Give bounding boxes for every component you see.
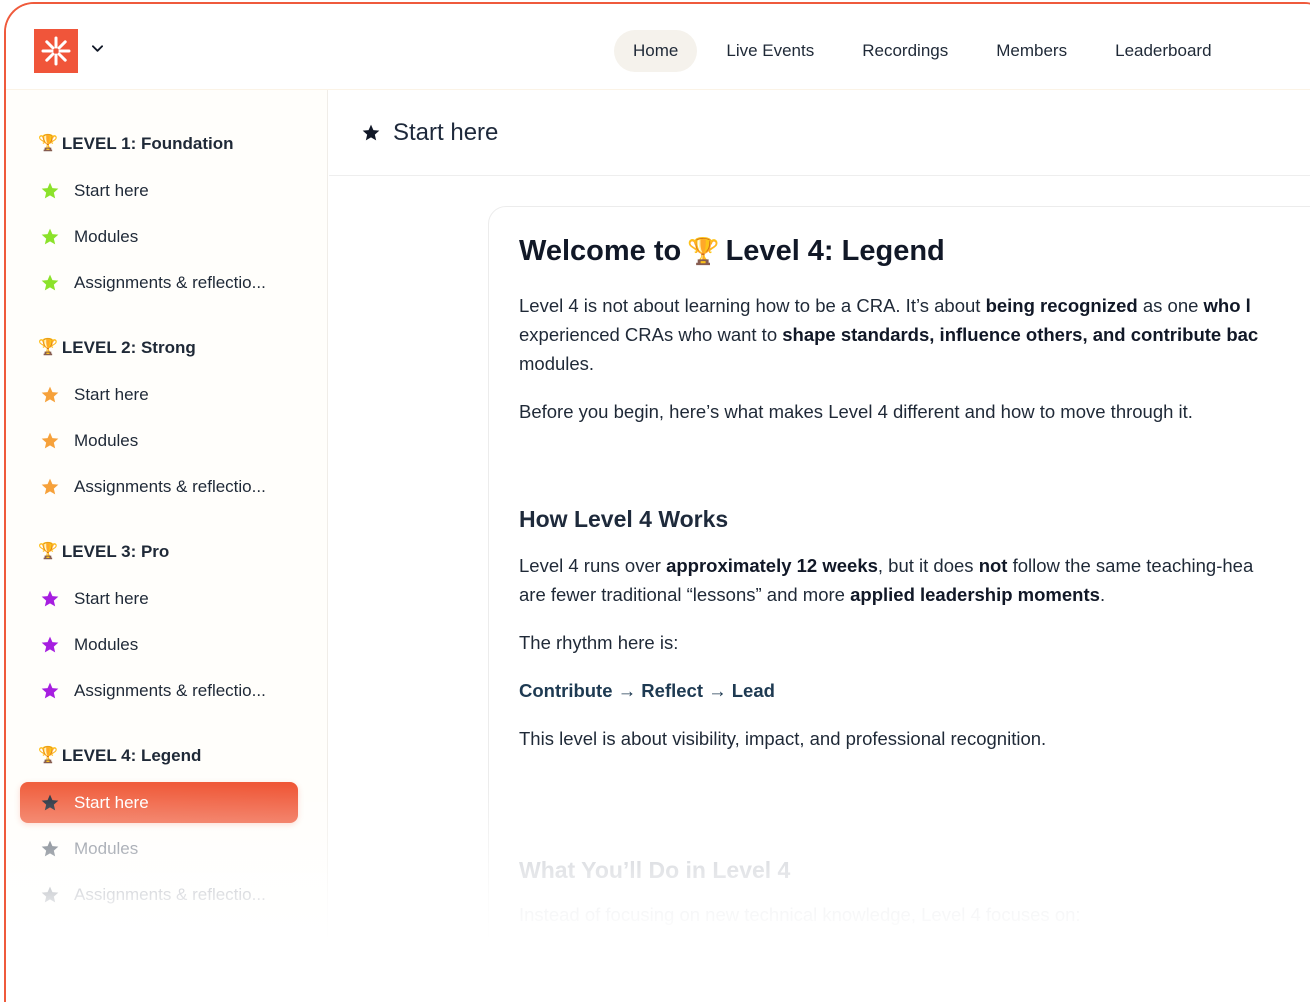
sidebar-item-l4-start-here[interactable]: Start here [20, 782, 298, 823]
works-heading: How Level 4 Works [519, 506, 729, 532]
works-paragraph: Level 4 runs over approximately 12 weeks… [519, 551, 1310, 609]
sidebar-item-label: Modules [74, 430, 139, 450]
star-icon [41, 840, 59, 856]
sidebar-item-l4-assignments[interactable]: Assignments & reflectio... [20, 874, 298, 915]
content-card: Welcome to 🏆 Level 4: Legend Level 4 is … [488, 206, 1310, 1002]
welcome-heading: Welcome to 🏆 Level 4: Legend [519, 233, 1310, 269]
text: . [1099, 584, 1106, 605]
star-icon [41, 886, 59, 902]
text: as one [1137, 295, 1204, 316]
text: are fewer traditional “lessons” and more [519, 584, 851, 605]
asterisk-icon [41, 36, 71, 66]
text-bold: being recognized [985, 295, 1138, 316]
group-title-label: LEVEL 4: Legend [61, 746, 202, 765]
sidebar-item-label: Start here [74, 588, 149, 608]
sidebar-item-label: Modules [74, 634, 139, 654]
visibility-paragraph: This level is about visibility, impact, … [519, 728, 1047, 749]
main-nav: Home Live Events Recordings Members Lead… [614, 30, 1241, 72]
group-title-label: LEVEL 2: Strong [61, 338, 196, 357]
star-icon [41, 636, 59, 652]
star-icon [41, 432, 59, 448]
star-icon [41, 590, 59, 606]
rhythm-intro: The rhythm here is: [519, 632, 679, 653]
sidebar-item-l2-start-here[interactable]: Start here [20, 374, 298, 415]
nav-members[interactable]: Members [977, 30, 1086, 72]
star-icon [41, 228, 59, 244]
asterisk-logo-icon[interactable] [34, 29, 78, 73]
sidebar-item-label: Start here [74, 792, 149, 812]
intro-paragraph: Level 4 is not about learning how to be … [519, 291, 1310, 378]
text-bold: who l [1203, 295, 1251, 316]
sidebar-item-label: Assignments & reflectio... [74, 272, 266, 292]
sidebar-item-label: Start here [74, 384, 149, 404]
sidebar-item-l1-start-here[interactable]: Start here [20, 170, 298, 211]
text-bold: not [978, 555, 1008, 576]
sidebar-item-label: Assignments & reflectio... [74, 680, 266, 700]
text-bold: shape standards, influence others, and c… [782, 324, 1259, 345]
trophy-icon: 🏆 [38, 339, 58, 356]
next-heading: What You’ll Do in Level 4 [519, 857, 791, 883]
nav-live-events[interactable]: Live Events [707, 30, 833, 72]
trophy-icon: 🏆 [38, 747, 58, 764]
star-icon [41, 274, 59, 290]
app-window: Home Live Events Recordings Members Lead… [4, 2, 1310, 1002]
sidebar-item-l1-modules[interactable]: Modules [20, 216, 298, 257]
sidebar-item-label: Assignments & reflectio... [74, 476, 266, 496]
star-icon [41, 682, 59, 698]
sidebar-item-label: Start here [74, 180, 149, 200]
sidebar-item-l3-modules[interactable]: Modules [20, 624, 298, 665]
star-icon [362, 124, 380, 140]
welcome-level: Level 4: Legend [725, 234, 945, 267]
text-bold: approximately 12 weeks [666, 555, 878, 576]
content-header: Start here [329, 90, 1310, 176]
star-icon [41, 182, 59, 198]
sidebar-group-level-1[interactable]: 🏆 LEVEL 1: Foundation [38, 134, 234, 154]
nav-home[interactable]: Home [614, 30, 698, 72]
top-navbar: Home Live Events Recordings Members Lead… [6, 4, 1310, 90]
sidebar-item-l2-assignments[interactable]: Assignments & reflectio... [20, 466, 298, 507]
trophy-icon: 🏆 [38, 543, 58, 560]
text: Level 4 is not about learning how to be … [519, 295, 986, 316]
star-icon [41, 478, 59, 494]
sidebar-item-label: Assignments & reflectio... [74, 884, 266, 904]
trophy-icon: 🏆 [687, 235, 720, 266]
sidebar-item-label: Modules [74, 226, 139, 246]
sidebar-item-label: Modules [74, 838, 139, 858]
text: , but it does [877, 555, 979, 576]
trophy-icon: 🏆 [38, 135, 58, 152]
sidebar-group-level-2[interactable]: 🏆 LEVEL 2: Strong [38, 338, 196, 358]
text: modules. [519, 353, 595, 374]
star-icon [41, 386, 59, 402]
text: experienced CRAs who want to [519, 324, 783, 345]
text-bold: applied leadership moments [850, 584, 1100, 605]
star-icon [41, 794, 59, 810]
sidebar-item-l3-start-here[interactable]: Start here [20, 578, 298, 619]
sidebar-item-l1-assignments[interactable]: Assignments & reflectio... [20, 262, 298, 303]
nav-leaderboard[interactable]: Leaderboard [1096, 30, 1230, 72]
sidebar-item-l4-modules[interactable]: Modules [20, 828, 298, 869]
group-title-label: LEVEL 1: Foundation [61, 134, 234, 153]
sidebar-item-l3-assignments[interactable]: Assignments & reflectio... [20, 670, 298, 711]
nav-recordings[interactable]: Recordings [843, 30, 967, 72]
chevron-down-icon[interactable] [90, 42, 104, 56]
rhythm-line: Contribute → Reflect → Lead [519, 680, 775, 701]
sidebar: 🏆 LEVEL 1: Foundation Start here Modules… [6, 90, 328, 1002]
sidebar-group-level-4[interactable]: 🏆 LEVEL 4: Legend [38, 746, 201, 766]
sidebar-item-l2-modules[interactable]: Modules [20, 420, 298, 461]
text: Level 4 runs over [519, 555, 667, 576]
group-title-label: LEVEL 3: Pro [61, 542, 170, 561]
before-paragraph: Before you begin, here’s what makes Leve… [519, 401, 1193, 422]
welcome-prefix: Welcome to [519, 234, 682, 267]
text: follow the same teaching-hea [1007, 555, 1254, 576]
sidebar-group-level-3[interactable]: 🏆 LEVEL 3: Pro [38, 542, 169, 562]
page-title: Start here [393, 118, 499, 146]
next-paragraph: Instead of focusing on new technical kno… [519, 904, 1081, 925]
